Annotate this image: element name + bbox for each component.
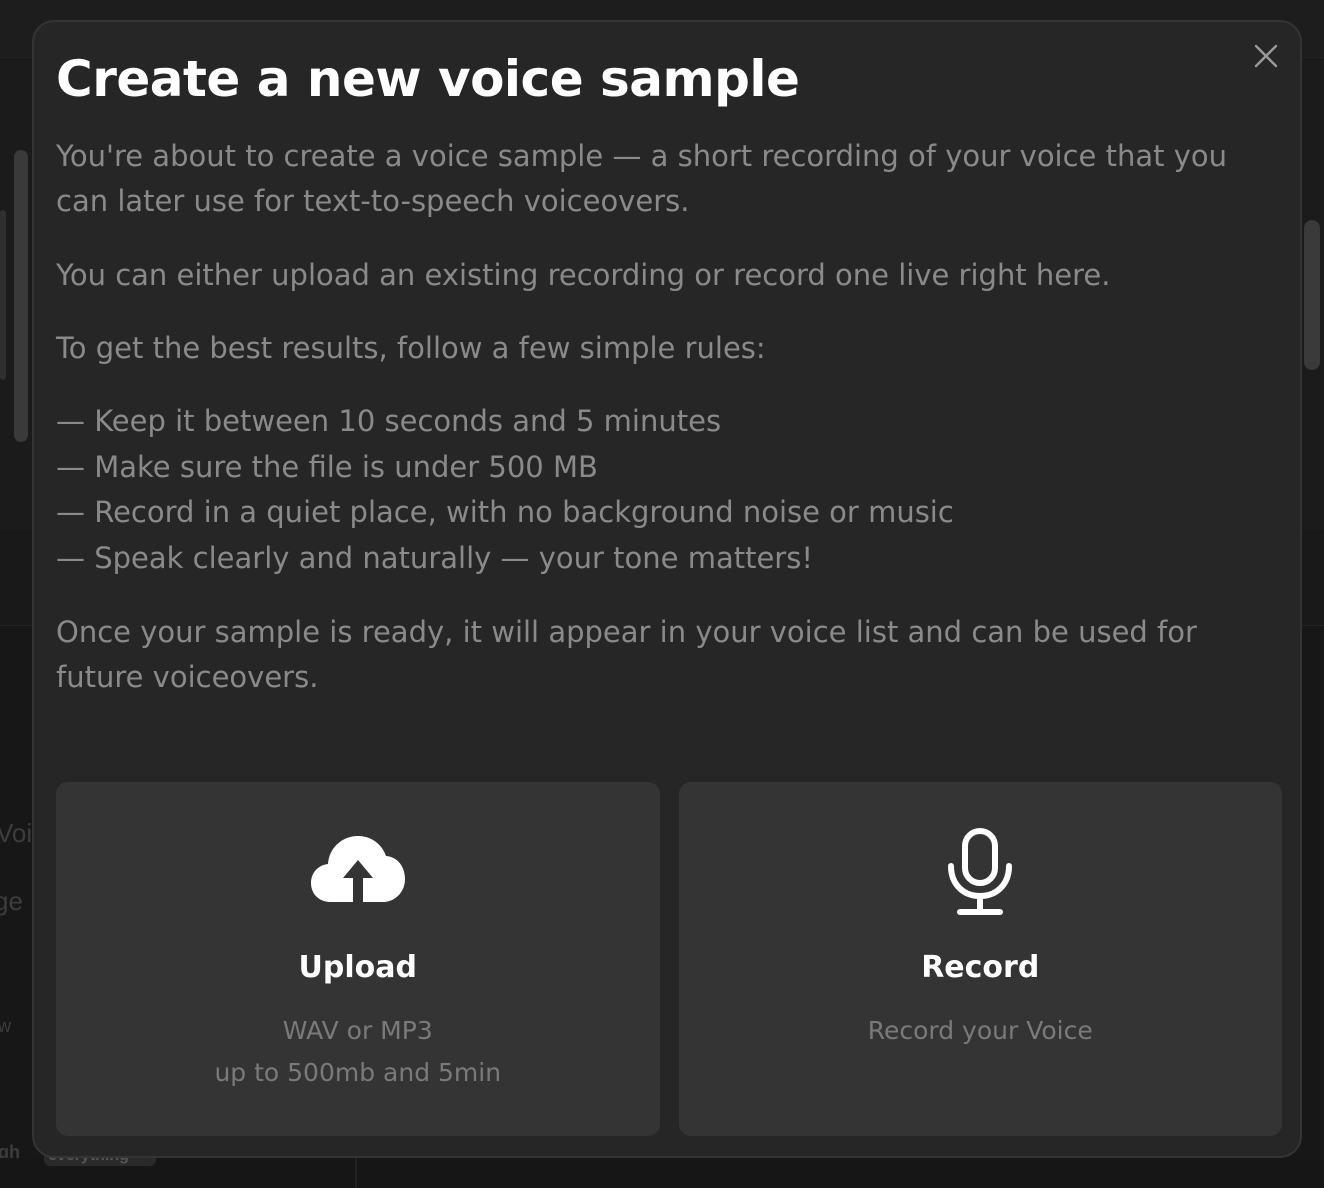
intro-paragraph: You're about to create a voice sample — …	[56, 139, 1228, 218]
either-paragraph: You can either upload an existing record…	[56, 258, 1111, 292]
rule-item: — Speak clearly and naturally — your ton…	[56, 540, 813, 575]
upload-limit-text: up to 500mb and 5min	[214, 1058, 502, 1087]
upload-title: Upload	[298, 950, 417, 985]
microphone-icon	[946, 828, 1014, 920]
modal-title: Create a new voice sample	[56, 50, 800, 108]
background-text-fragment: w	[0, 1016, 11, 1036]
background-divider	[355, 1158, 357, 1188]
background-scrollbar-left-inner	[0, 210, 6, 380]
record-subtitle: Record your Voice	[867, 1016, 1093, 1045]
record-title: Record	[921, 950, 1040, 985]
rule-item: — Make sure the file is under 500 MB	[56, 449, 598, 484]
close-icon	[1254, 44, 1278, 68]
upload-subtitle: WAV or MP3 up to 500mb and 5min	[56, 1010, 660, 1094]
background-bottom-bar	[0, 1158, 1324, 1188]
create-voice-sample-modal: Create a new voice sample You're about t…	[32, 20, 1302, 1158]
cloud-upload-icon	[309, 834, 407, 908]
option-cards: Upload WAV or MP3 up to 500mb and 5min R…	[56, 782, 1282, 1136]
rules-heading: To get the best results, follow a few si…	[56, 331, 766, 365]
outro-paragraph: Once your sample is ready, it will appea…	[56, 615, 1197, 694]
background-scrollbar-left	[14, 150, 28, 442]
upload-card[interactable]: Upload WAV or MP3 up to 500mb and 5min	[56, 782, 660, 1136]
rule-item: — Record in a quiet place, with no backg…	[56, 495, 954, 529]
upload-format-text: WAV or MP3	[282, 1016, 433, 1045]
close-button[interactable]	[1250, 40, 1282, 72]
background-text-fragment: ge	[0, 886, 23, 916]
modal-description: You're about to create a voice sample — …	[56, 134, 1266, 700]
rules-list: — Keep it between 10 seconds and 5 minut…	[56, 399, 1266, 581]
rule-item: — Keep it between 10 seconds and 5 minut…	[56, 404, 722, 438]
record-card[interactable]: Record Record your Voice	[678, 782, 1282, 1136]
background-scrollbar-right	[1304, 220, 1320, 370]
